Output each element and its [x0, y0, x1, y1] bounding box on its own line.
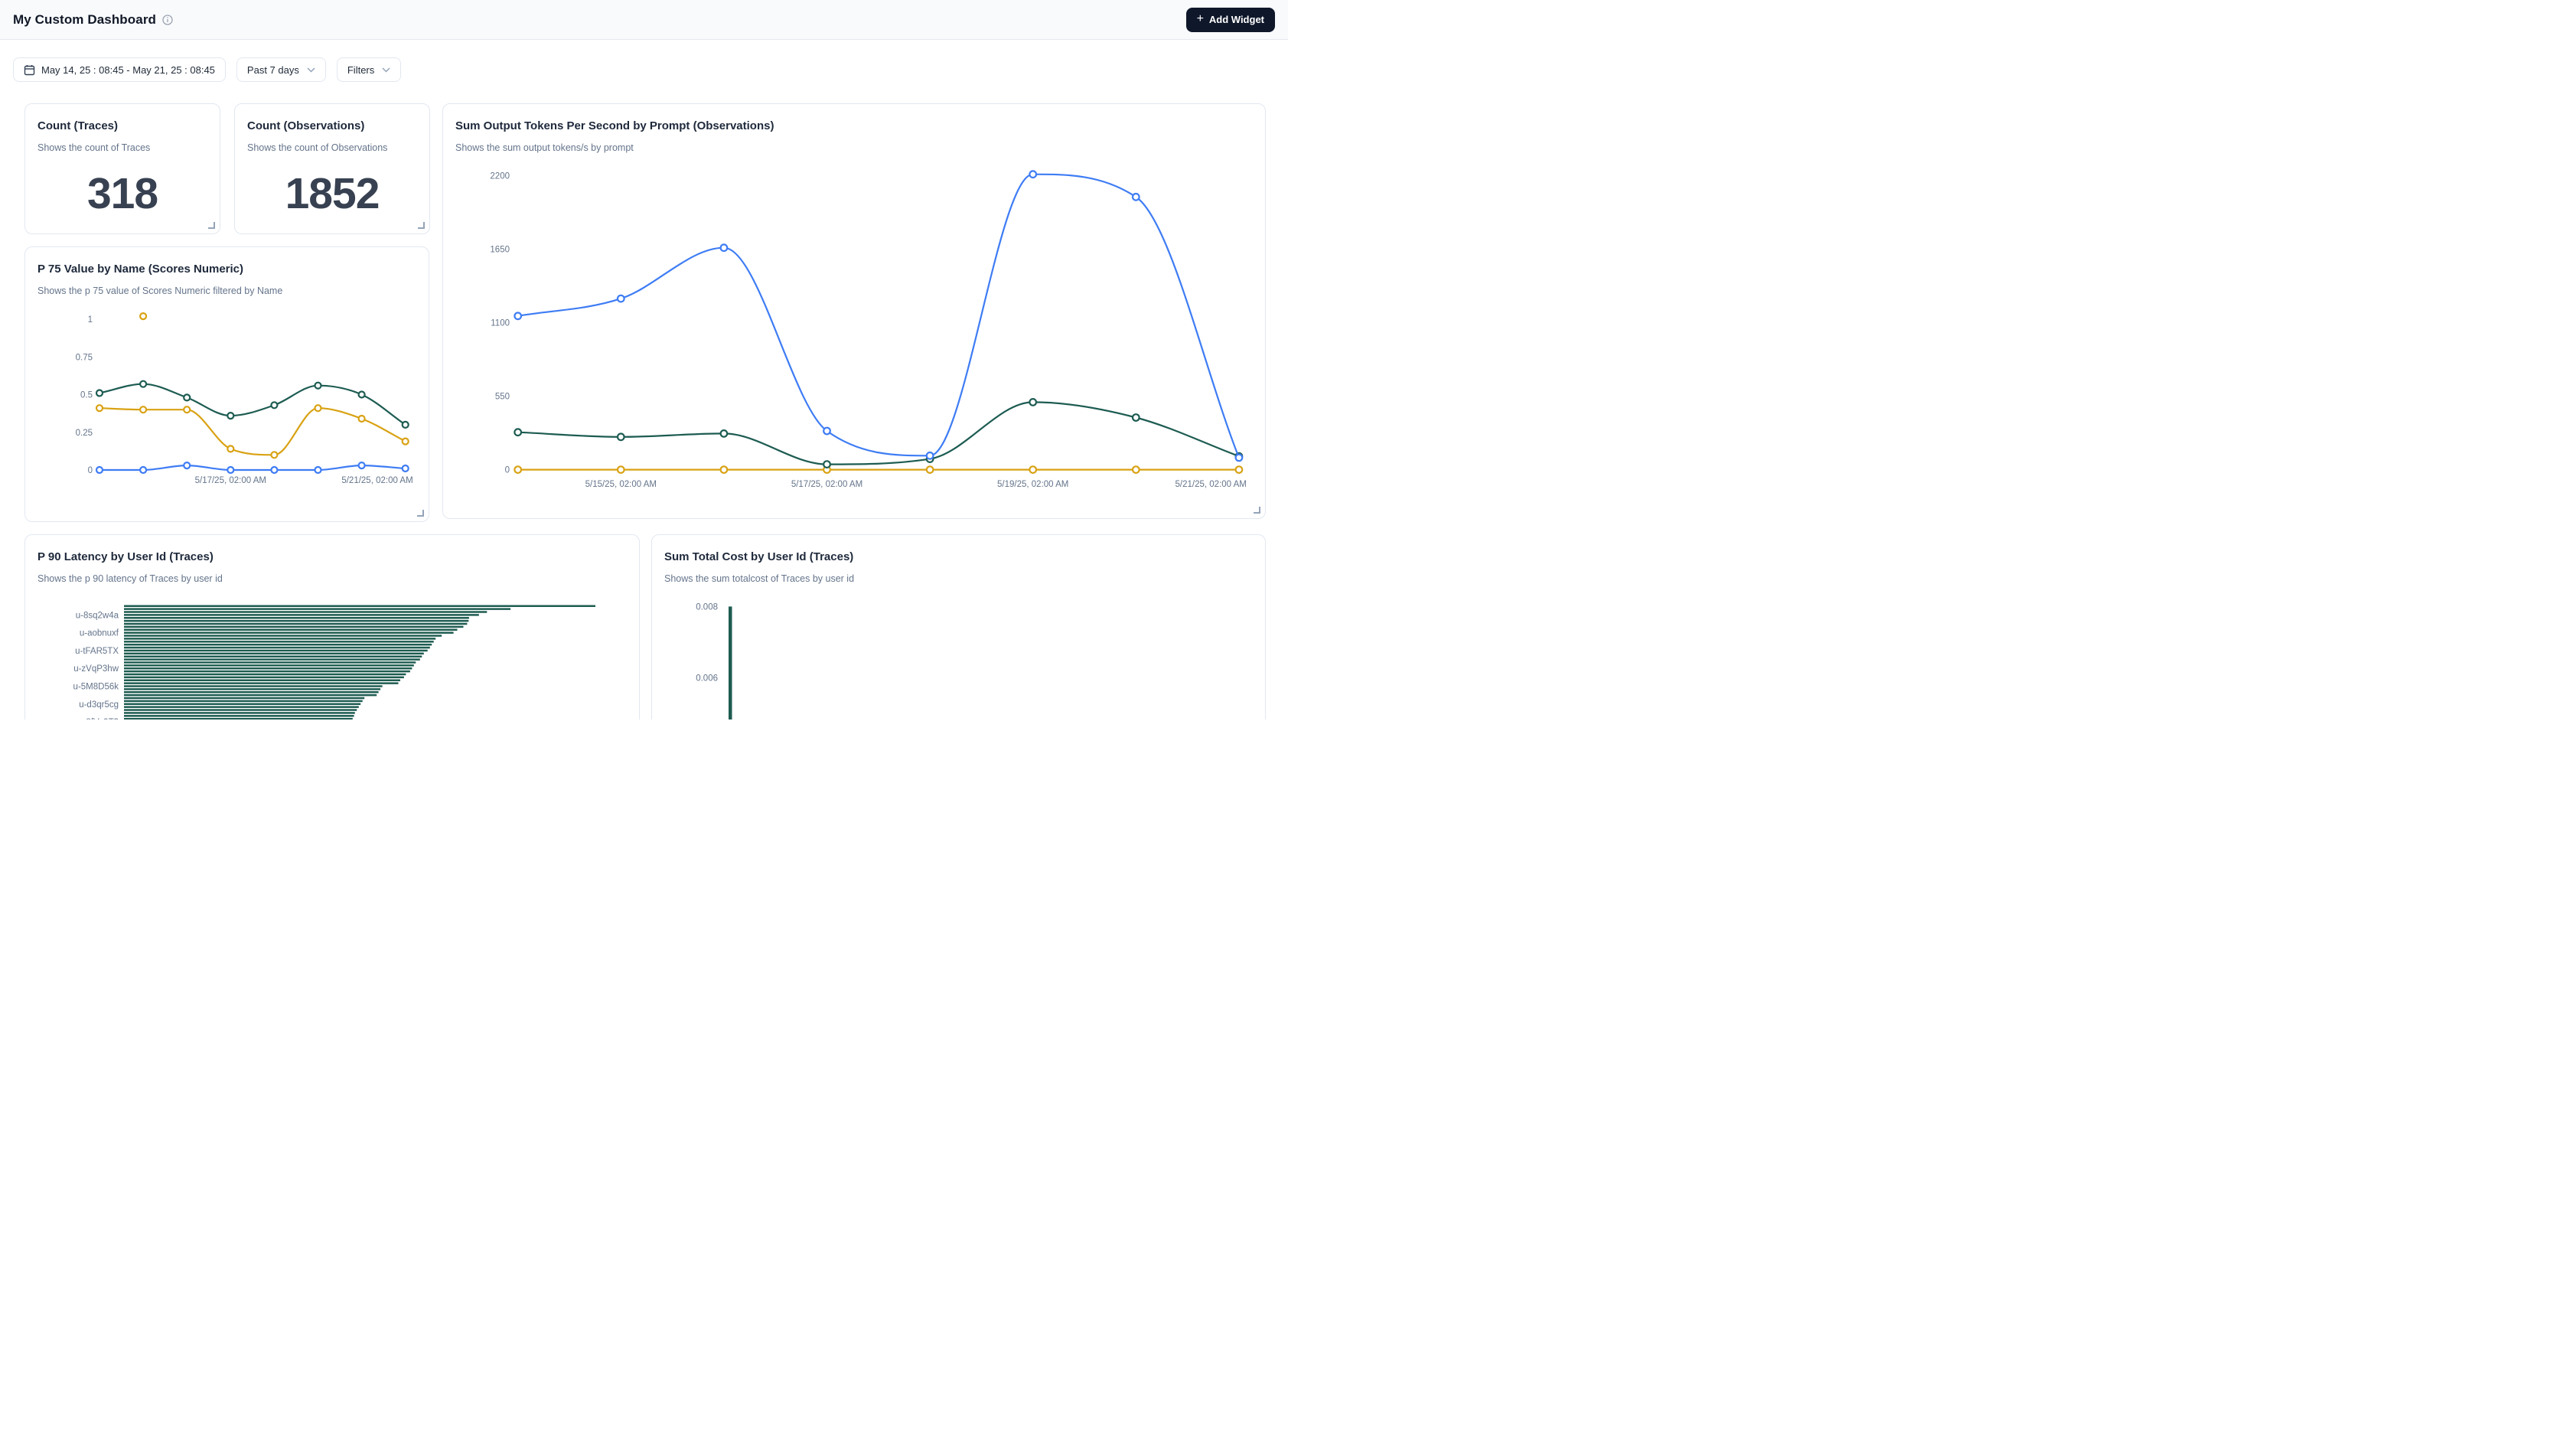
svg-text:5/19/25, 02:00 AM: 5/19/25, 02:00 AM	[997, 480, 1068, 489]
widget-subtitle: Shows the count of Traces	[37, 142, 150, 153]
cost-bar-chart[interactable]: 0.008 0.006	[652, 535, 1267, 720]
widget-title: Count (Observations)	[247, 119, 364, 132]
date-range-picker[interactable]: May 14, 25 : 08:45 - May 21, 25 : 08:45	[13, 57, 226, 82]
page-header: My Custom Dashboard + Add Widget	[0, 0, 1288, 40]
filters-label: Filters	[347, 64, 374, 76]
svg-text:u-zVqP3hw: u-zVqP3hw	[73, 664, 119, 674]
resize-handle[interactable]	[418, 222, 425, 229]
add-widget-label: Add Widget	[1209, 14, 1264, 25]
time-preset-value: Past 7 days	[247, 64, 299, 76]
widget-p75-value: P 75 Value by Name (Scores Numeric) Show…	[24, 246, 429, 522]
svg-text:0: 0	[505, 466, 510, 475]
svg-text:u-5M8D56k: u-5M8D56k	[73, 683, 119, 692]
svg-text:0: 0	[88, 466, 93, 475]
svg-text:u-8fVa9T3: u-8fVa9T3	[78, 718, 119, 720]
widget-tokens-per-second: Sum Output Tokens Per Second by Prompt (…	[442, 103, 1266, 519]
widget-subtitle: Shows the count of Observations	[247, 142, 387, 153]
svg-text:0.006: 0.006	[696, 674, 718, 684]
plus-icon: +	[1197, 13, 1204, 25]
svg-text:1100: 1100	[491, 319, 510, 328]
p75-line-chart[interactable]: 0 0.25 0.5 0.75 1 5/17/25, 02:00 AM 5/21/25, 0…	[25, 247, 430, 523]
svg-text:1650: 1650	[490, 245, 510, 254]
svg-text:0.75: 0.75	[76, 353, 93, 362]
info-icon[interactable]	[162, 15, 173, 25]
svg-text:5/17/25, 02:00 AM: 5/17/25, 02:00 AM	[195, 476, 266, 485]
svg-text:u-aobnuxf: u-aobnuxf	[80, 629, 119, 638]
add-widget-button[interactable]: + Add Widget	[1186, 8, 1275, 32]
tokens-line-chart[interactable]: 0 550 1100 1650 2200 5/15/25, 02:00 AM 5/17/25…	[443, 104, 1267, 520]
widget-count-observations: Count (Observations) Shows the count of …	[234, 103, 430, 234]
time-preset-dropdown[interactable]: Past 7 days	[236, 57, 326, 82]
svg-text:5/21/25, 02:00 AM: 5/21/25, 02:00 AM	[1176, 480, 1247, 489]
svg-text:u-d3qr5cg: u-d3qr5cg	[79, 700, 119, 710]
svg-text:550: 550	[495, 393, 510, 402]
chevron-down-icon	[307, 67, 315, 73]
resize-handle[interactable]	[1254, 507, 1260, 514]
calendar-icon	[24, 64, 35, 76]
date-range-value: May 14, 25 : 08:45 - May 21, 25 : 08:45	[41, 64, 215, 76]
svg-text:1: 1	[88, 315, 93, 325]
chevron-down-icon	[382, 67, 390, 73]
svg-text:0.5: 0.5	[80, 391, 93, 400]
p90-bar-chart[interactable]: u-8sq2w4a u-aobnuxf u-tFAR5TX u-zVqP3hw u-5M…	[25, 535, 641, 720]
svg-text:u-8sq2w4a: u-8sq2w4a	[76, 611, 119, 620]
svg-text:u-tFAR5TX: u-tFAR5TX	[75, 647, 119, 656]
resize-handle[interactable]	[208, 222, 215, 229]
widget-count-traces: Count (Traces) Shows the count of Traces…	[24, 103, 220, 234]
widget-p90-latency: P 90 Latency by User Id (Traces) Shows t…	[24, 534, 640, 720]
svg-text:0.008: 0.008	[696, 602, 718, 612]
resize-handle[interactable]	[417, 510, 424, 517]
dashboard-page: My Custom Dashboard + Add Widget May 14,…	[0, 0, 1288, 720]
svg-text:5/15/25, 02:00 AM: 5/15/25, 02:00 AM	[585, 480, 657, 489]
widget-sum-total-cost: Sum Total Cost by User Id (Traces) Shows…	[651, 534, 1266, 720]
page-title: My Custom Dashboard	[13, 12, 156, 28]
svg-text:5/21/25, 02:00 AM: 5/21/25, 02:00 AM	[341, 476, 412, 485]
svg-text:5/17/25, 02:00 AM: 5/17/25, 02:00 AM	[791, 480, 862, 489]
count-value: 318	[25, 168, 220, 219]
svg-text:0.25: 0.25	[76, 429, 93, 438]
svg-text:2200: 2200	[490, 171, 510, 181]
count-value: 1852	[235, 168, 429, 219]
toolbar: May 14, 25 : 08:45 - May 21, 25 : 08:45 …	[13, 57, 401, 82]
filters-dropdown[interactable]: Filters	[337, 57, 401, 82]
widget-title: Count (Traces)	[37, 119, 118, 132]
